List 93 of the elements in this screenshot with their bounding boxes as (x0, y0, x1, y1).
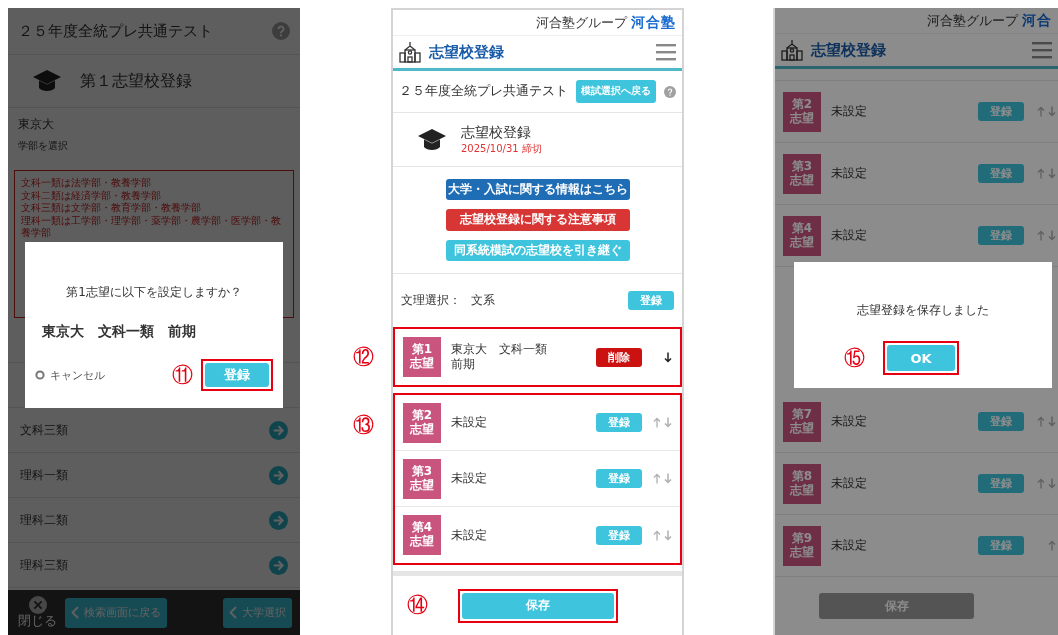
brand-group-label: 河合塾グループ (536, 13, 627, 32)
step-number: ⑭ (407, 595, 428, 616)
course-label[interactable]: 理科二類 (20, 511, 68, 529)
choice-text: 東京大 文科一類 前期 (451, 342, 548, 372)
step-number: ⑪ (172, 364, 193, 386)
up-arrow-icon[interactable] (1037, 230, 1045, 241)
up-arrow-icon[interactable] (1048, 540, 1056, 551)
register-button[interactable]: 登録 (628, 291, 674, 310)
choice-text: 未設定 (831, 228, 868, 243)
cancel-button[interactable]: キャンセル (35, 367, 172, 383)
register-button[interactable]: 登録 (978, 226, 1024, 245)
rank-badge: 第8 志望 (783, 463, 821, 504)
track-label: 文理選択： (401, 292, 461, 309)
rank-badge: 第3 志望 (783, 153, 821, 194)
choice-text: 未設定 (451, 527, 488, 543)
rank-badge: 第9 志望 (783, 525, 821, 566)
school-building-icon (781, 39, 803, 61)
section-title: 第１志望校登録 (80, 70, 192, 92)
arrow-circle-icon[interactable] (269, 555, 288, 575)
choice-text: 未設定 (831, 104, 868, 119)
up-arrow-icon[interactable] (1037, 478, 1045, 489)
up-arrow-icon[interactable] (653, 417, 661, 428)
brand-group-label: 河合塾グループ (927, 11, 1018, 30)
link-button[interactable]: 大学・入試に関する情報はこちら (445, 179, 630, 201)
register-button[interactable]: 登録 (205, 363, 269, 387)
brand-logo: 河合 (1022, 11, 1052, 30)
up-arrow-icon[interactable] (653, 473, 661, 484)
chevron-left-icon (71, 606, 79, 619)
selection-text: 東京大 文科一類 前期 (42, 323, 197, 341)
chevron-left-icon (229, 606, 237, 619)
close-label[interactable]: 閉じる (18, 614, 57, 629)
close-icon[interactable] (28, 596, 47, 615)
register-button[interactable]: 登録 (596, 469, 642, 488)
register-button[interactable]: 登録 (978, 536, 1024, 555)
help-icon[interactable] (272, 22, 290, 40)
course-label[interactable]: 理科三類 (20, 556, 68, 574)
graduation-cap-icon (32, 69, 62, 93)
choice-text: 未設定 (831, 538, 868, 553)
rank-badge: 第2 志望 (403, 402, 441, 443)
choice-text: 未設定 (451, 471, 488, 486)
university-name: 東京大 (18, 116, 55, 133)
rank-badge: 第7 志望 (783, 401, 821, 442)
choice-text: 未設定 (831, 166, 868, 181)
rank-badge: 第4 志望 (403, 515, 441, 555)
register-button[interactable]: 登録 (596, 525, 642, 545)
step-number: ⑮ (844, 347, 865, 369)
up-arrow-icon[interactable] (1037, 168, 1045, 179)
exam-title: ２５年度全統プレ共通テスト (18, 21, 213, 41)
arrow-circle-icon[interactable] (269, 510, 288, 530)
page-title: 志望校登録 (429, 42, 505, 62)
menu-icon[interactable] (656, 43, 676, 61)
link-button[interactable]: 志望校登録に関する注意事項 (445, 209, 630, 231)
menu-icon[interactable] (1032, 41, 1052, 59)
register-button[interactable]: 登録 (596, 413, 642, 432)
choice-text: 未設定 (831, 476, 868, 491)
exam-title: ２５年度全統プレ共通テスト (399, 83, 568, 100)
up-arrow-icon[interactable] (1037, 416, 1045, 427)
link-button[interactable]: 同系統模試の志望校を引き継ぐ (445, 239, 630, 261)
circle-icon (35, 370, 45, 380)
down-arrow-icon[interactable] (664, 351, 672, 363)
rank-badge: 第2 志望 (783, 91, 821, 132)
register-button[interactable]: 登録 (978, 474, 1024, 493)
arrow-circle-icon[interactable] (269, 420, 288, 440)
footer-button[interactable]: 大学選択 (223, 597, 292, 628)
faculty-prompt: 学部を選択 (18, 139, 69, 153)
rank-badge: 第1 志望 (403, 337, 441, 377)
page-title: 志望校登録 (811, 40, 887, 60)
brand-logo: 河合塾 (631, 13, 676, 32)
choice-text: 未設定 (451, 415, 488, 430)
section-title: 志望校登録 (461, 123, 532, 142)
choice-text: 未設定 (831, 414, 868, 429)
save-button[interactable]: 保存 (462, 592, 614, 619)
track-value: 文系 (471, 292, 496, 309)
step-number: ⑫ (353, 346, 374, 368)
course-label[interactable]: 理科一類 (20, 466, 68, 484)
ok-button[interactable]: OK (887, 345, 955, 371)
register-button[interactable]: 登録 (978, 412, 1024, 431)
up-arrow-icon[interactable] (653, 529, 661, 541)
rank-badge: 第4 志望 (783, 215, 821, 256)
deadline-text: 2025/10/31 締切 (461, 141, 542, 156)
rank-badge: 第3 志望 (403, 458, 441, 499)
register-button[interactable]: 登録 (978, 102, 1024, 121)
up-arrow-icon[interactable] (1037, 106, 1045, 117)
arrow-circle-icon[interactable] (269, 465, 288, 485)
dialog-message: 志望登録を保存しました (856, 302, 990, 319)
delete-button[interactable]: 削除 (596, 347, 642, 367)
back-button[interactable]: 模試選択へ戻る (576, 80, 656, 103)
course-label[interactable]: 文科三類 (20, 421, 68, 439)
register-button[interactable]: 登録 (978, 164, 1024, 183)
school-building-icon (399, 41, 421, 63)
step-number: ⑬ (353, 415, 374, 436)
dialog-message: 第1志望に以下を設定しますか？ (65, 284, 243, 301)
graduation-cap-icon (417, 127, 447, 152)
